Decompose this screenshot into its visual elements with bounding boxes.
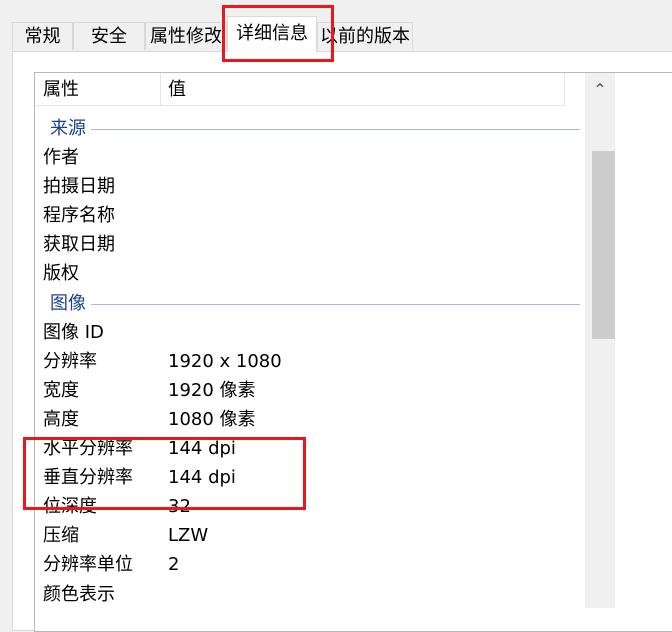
- property-value: 144 dpi: [168, 438, 236, 460]
- list-item[interactable]: 图像 ID: [35, 318, 590, 347]
- column-divider[interactable]: [564, 73, 565, 105]
- property-value: 2: [168, 554, 180, 576]
- list-item[interactable]: 作者: [35, 143, 590, 172]
- group-label: 图像: [50, 292, 86, 314]
- list-item[interactable]: 水平分辨率 144 dpi: [35, 434, 590, 463]
- tab-details[interactable]: 详细信息: [227, 16, 317, 52]
- column-header-value[interactable]: 值: [168, 73, 186, 105]
- property-name: 程序名称: [43, 205, 115, 227]
- property-name: 版权: [43, 263, 79, 285]
- group-divider: [91, 303, 580, 305]
- property-name: 高度: [43, 408, 79, 430]
- chevron-up-icon[interactable]: ⌃: [589, 79, 611, 101]
- property-name: 获取日期: [43, 234, 115, 256]
- property-name: 压缩: [43, 525, 79, 547]
- tab-general[interactable]: 常规: [12, 22, 73, 50]
- property-name: 分辨率单位: [43, 554, 133, 576]
- group-image: 图像: [35, 289, 590, 318]
- list-item[interactable]: 程序名称: [35, 201, 590, 230]
- list-header: 属性 值: [35, 73, 565, 106]
- property-value: 1920 x 1080: [168, 350, 282, 372]
- properties-list[interactable]: 属性 值 来源 作者拍摄日期程序名称获取日期版权 图像 图像 ID 分辨率 1920…: [34, 72, 672, 632]
- property-name: 水平分辨率: [43, 438, 133, 460]
- list-item[interactable]: 位深度 32: [35, 492, 590, 521]
- vertical-scrollbar[interactable]: ⌃: [585, 73, 615, 608]
- list-item[interactable]: 颜色表示: [35, 580, 590, 609]
- list-item[interactable]: 宽度 1920 像素: [35, 376, 590, 405]
- list-item[interactable]: 压缩 LZW: [35, 521, 590, 550]
- column-header-property[interactable]: 属性: [43, 73, 79, 105]
- property-name: 垂直分辨率: [43, 467, 133, 489]
- property-name: 位深度: [43, 496, 97, 518]
- list-item[interactable]: 垂直分辨率 144 dpi: [35, 463, 590, 492]
- column-divider[interactable]: [160, 73, 161, 105]
- property-value: 144 dpi: [168, 467, 236, 489]
- tab-security[interactable]: 安全: [73, 22, 145, 50]
- tab-previous-versions[interactable]: 以前的版本: [317, 22, 413, 50]
- group-divider: [91, 129, 580, 130]
- property-value: LZW: [168, 525, 209, 547]
- property-value: 1920 像素: [168, 379, 256, 401]
- property-name: 作者: [43, 147, 79, 169]
- tab-strip: 常规 安全 属性修改 详细信息 以前的版本: [0, 0, 672, 52]
- property-name: 拍摄日期: [43, 176, 115, 198]
- property-name: 颜色表示: [43, 583, 115, 605]
- property-name: 宽度: [43, 379, 79, 401]
- property-name: 图像 ID: [43, 321, 104, 343]
- list-item[interactable]: 分辨率 1920 x 1080: [35, 347, 590, 376]
- property-rows: 来源 作者拍摄日期程序名称获取日期版权 图像 图像 ID 分辨率 1920 x 10…: [35, 114, 590, 609]
- tab-attribute-changes[interactable]: 属性修改: [145, 22, 227, 50]
- list-item[interactable]: 获取日期: [35, 230, 590, 259]
- group-label: 来源: [50, 118, 86, 139]
- image-rows: 图像 ID 分辨率 1920 x 1080 宽度 1920 像素高度 1080 像素水平分…: [35, 318, 590, 609]
- list-item[interactable]: 拍摄日期: [35, 172, 590, 201]
- source-rows: 作者拍摄日期程序名称获取日期版权: [35, 143, 590, 288]
- property-value: 32: [168, 496, 191, 518]
- list-item[interactable]: 高度 1080 像素: [35, 405, 590, 434]
- scrollbar-thumb[interactable]: [592, 151, 615, 339]
- list-item[interactable]: 版权: [35, 259, 590, 288]
- property-name: 分辨率: [43, 350, 97, 372]
- group-source: 来源: [35, 114, 590, 143]
- property-value: 1080 像素: [168, 408, 256, 430]
- list-item[interactable]: 分辨率单位 2: [35, 550, 590, 579]
